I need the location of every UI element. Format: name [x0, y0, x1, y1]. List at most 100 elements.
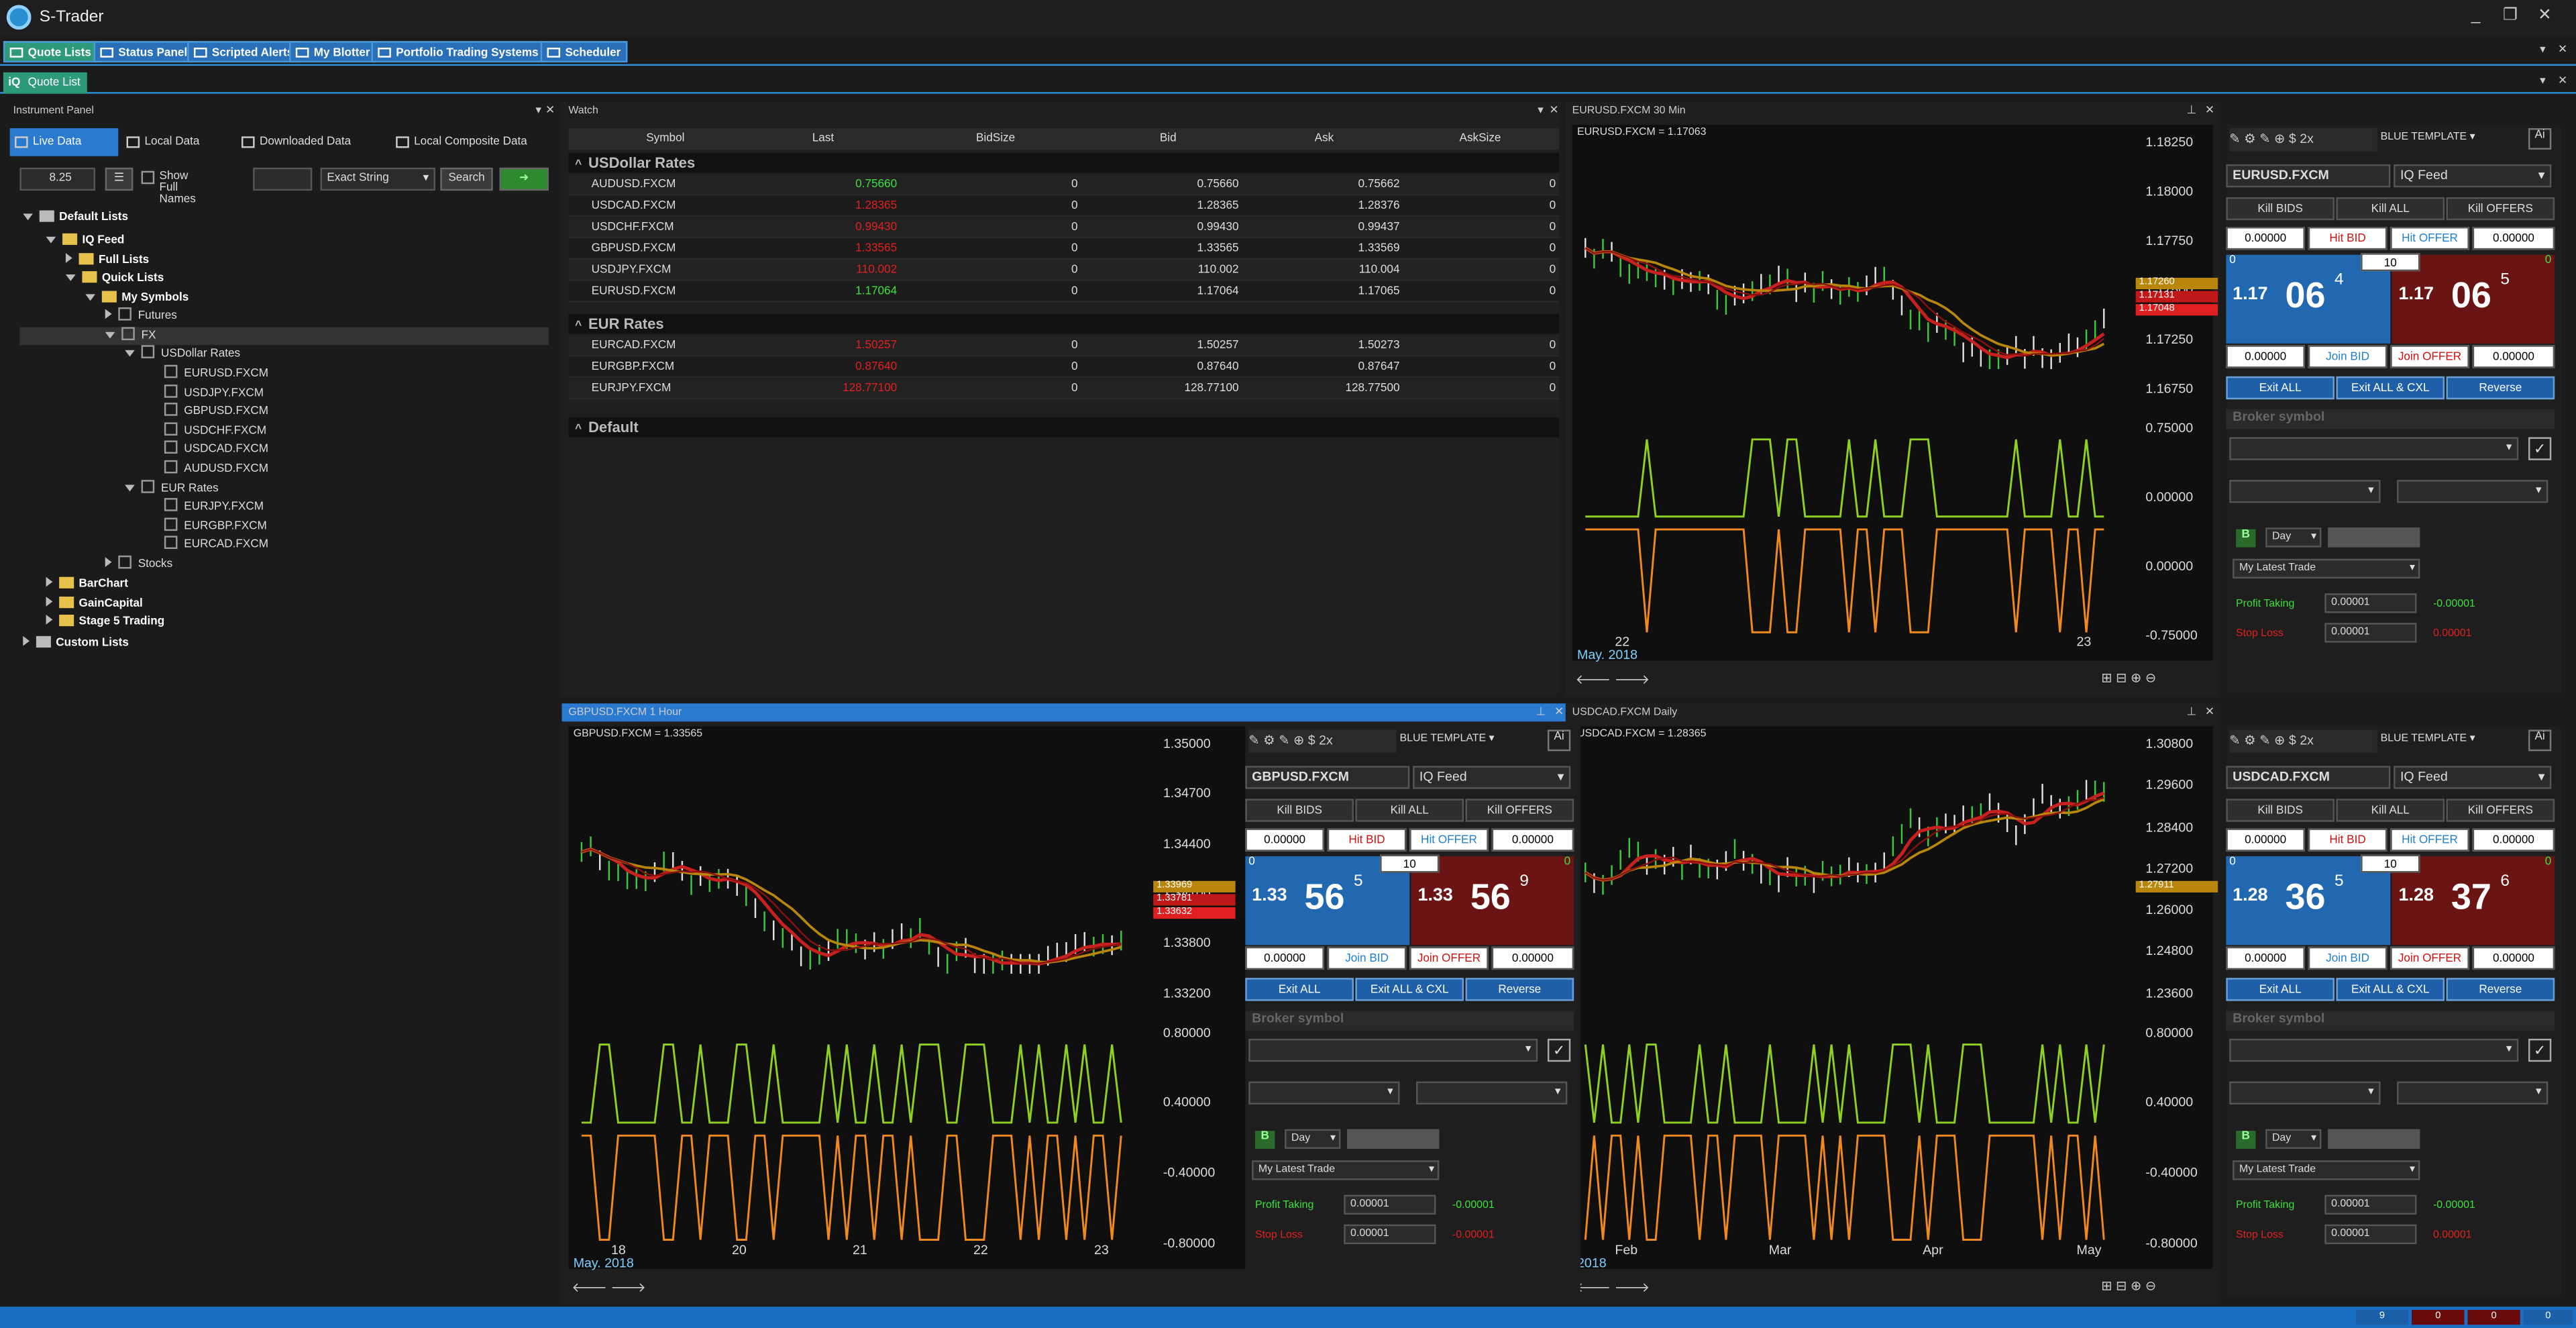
- tree-eur-rates[interactable]: EUR Rates: [125, 480, 219, 498]
- scroll-left-icon[interactable]: 🡐: [1576, 672, 1611, 687]
- tree-item[interactable]: EURJPY.FXCM: [164, 498, 264, 516]
- template-select[interactable]: BLUE TEMPLATE ▾: [2381, 130, 2512, 143]
- join-offer-button[interactable]: Join OFFER: [2390, 946, 2469, 970]
- ai-icon[interactable]: Ai: [2528, 128, 2552, 150]
- collapse-icon[interactable]: ^: [575, 424, 582, 436]
- close-icon[interactable]: ✕: [2558, 74, 2567, 87]
- collapse-icon[interactable]: ^: [575, 160, 582, 171]
- exit-all-cxl-button[interactable]: Exit ALL & CXL: [1355, 978, 1464, 1001]
- tab-local-composite-data[interactable]: Local Composite Data: [391, 128, 555, 156]
- table-row[interactable]: EURJPY.FXCM 128.77100 0 128.77100 128.77500 0: [568, 378, 1560, 400]
- profit-taking-input[interactable]: 0.00001: [2324, 1194, 2417, 1215]
- scroll-right-icon[interactable]: 🡒: [610, 1280, 646, 1295]
- kill-all-button[interactable]: Kill ALL: [2336, 799, 2445, 822]
- exit-all-cxl-button[interactable]: Exit ALL & CXL: [2336, 376, 2445, 400]
- toolbar-status-panel[interactable]: Status Panel: [93, 41, 195, 63]
- close-icon[interactable]: ✕: [1549, 103, 1558, 117]
- toolbar-portfolio-trading[interactable]: Portfolio Trading Systems: [371, 41, 545, 63]
- table-row[interactable]: EURGBP.FXCM 0.87640 0 0.87640 0.87647 0: [568, 356, 1560, 378]
- route-select[interactable]: ▾: [2397, 1081, 2548, 1105]
- group-header[interactable]: ^ USDollar Rates: [568, 152, 1560, 173]
- template-select[interactable]: BLUE TEMPLATE ▾: [1400, 731, 1532, 744]
- dropdown-icon[interactable]: ▾: [2540, 43, 2546, 56]
- symbol-input[interactable]: USDCAD.FXCM: [2226, 766, 2391, 789]
- table-row[interactable]: AUDUSD.FXCM 0.75660 0 0.75660 0.75662 0: [568, 174, 1560, 196]
- join-bid-button[interactable]: Join BID: [2308, 946, 2387, 970]
- toolbar-my-blotter[interactable]: My Blotter: [289, 41, 377, 63]
- bid-price-input[interactable]: 0.00000: [2226, 226, 2305, 250]
- go-arrow-icon[interactable]: ➜: [499, 167, 549, 191]
- collapse-icon[interactable]: ^: [575, 321, 582, 332]
- table-row[interactable]: USDCHF.FXCM 0.99430 0 0.99430 0.99437 0: [568, 217, 1560, 239]
- tab-downloaded-data[interactable]: Downloaded Data: [237, 128, 382, 156]
- order-tools[interactable]: ✎ ⚙ ✎ ⊕ $ 2x: [2229, 128, 2377, 152]
- exit-all-cxl-button[interactable]: Exit ALL & CXL: [2336, 978, 2445, 1001]
- ai-icon[interactable]: Ai: [1547, 729, 1571, 752]
- join-bid-button[interactable]: Join BID: [2308, 345, 2387, 368]
- exit-all-button[interactable]: Exit ALL: [1245, 978, 1354, 1001]
- close-icon[interactable]: ✕: [2205, 705, 2214, 718]
- font-size-stepper[interactable]: 8.25: [19, 167, 96, 191]
- table-row[interactable]: EURUSD.FXCM 1.17064 0 1.17064 1.17065 0: [568, 280, 1560, 303]
- kill-bids-button[interactable]: Kill BIDS: [1245, 799, 1354, 822]
- tree-usdollar-rates[interactable]: USDollar Rates: [125, 345, 240, 363]
- checkmark-icon[interactable]: ✓: [1547, 1038, 1571, 1062]
- minimize-icon[interactable]: _: [2463, 7, 2489, 25]
- tree-my-symbols[interactable]: My Symbols: [85, 289, 189, 307]
- tree-item[interactable]: USDJPY.FXCM: [164, 385, 264, 403]
- reverse-button[interactable]: Reverse: [2446, 376, 2555, 400]
- close-icon[interactable]: ✕: [2532, 7, 2558, 25]
- kill-offers-button[interactable]: Kill OFFERS: [2446, 799, 2555, 822]
- column-header[interactable]: AskSize: [1398, 128, 1562, 150]
- tree-futures[interactable]: Futures: [105, 307, 177, 325]
- restore-icon[interactable]: ❐: [2497, 7, 2523, 25]
- tree-fx[interactable]: FX: [19, 327, 549, 346]
- trade-select[interactable]: My Latest Trade ▾: [1252, 1160, 1440, 1180]
- offer-price-input[interactable]: 0.00000: [2472, 226, 2555, 250]
- bid-price-input[interactable]: 0.00000: [1245, 828, 1324, 852]
- kill-offers-button[interactable]: Kill OFFERS: [1465, 799, 1574, 822]
- pin-icon[interactable]: ✕: [545, 103, 555, 117]
- tree-gaincapital[interactable]: GainCapital: [46, 595, 143, 613]
- reverse-button[interactable]: Reverse: [1465, 978, 1574, 1001]
- date-picker[interactable]: [1347, 1129, 1440, 1150]
- broker-symbol-select[interactable]: ▾: [2229, 437, 2519, 460]
- stop-loss-input[interactable]: 0.00001: [2324, 1224, 2417, 1245]
- route-select[interactable]: ▾: [1416, 1081, 1568, 1105]
- show-full-names-checkbox[interactable]: [141, 170, 155, 185]
- tree-item[interactable]: USDCHF.FXCM: [164, 422, 266, 440]
- exit-all-button[interactable]: Exit ALL: [2226, 978, 2335, 1001]
- broker-symbol-select[interactable]: ▾: [2229, 1038, 2519, 1062]
- zoom-fit-icon[interactable]: ⊕: [2131, 1279, 2141, 1294]
- stop-loss-input[interactable]: 0.00001: [2324, 623, 2417, 643]
- pin-icon[interactable]: ⊥: [2186, 103, 2196, 117]
- quantity-input[interactable]: 10: [1380, 854, 1440, 873]
- order-tools[interactable]: ✎ ⚙ ✎ ⊕ $ 2x: [1248, 729, 1397, 753]
- close-icon[interactable]: ✕: [2205, 103, 2214, 117]
- kill-bids-button[interactable]: Kill BIDS: [2226, 799, 2335, 822]
- profit-taking-input[interactable]: 0.00001: [2324, 593, 2417, 613]
- join-bid-price[interactable]: 0.00000: [2226, 946, 2305, 970]
- hit-bid-button[interactable]: Hit BID: [2308, 828, 2387, 852]
- close-icon[interactable]: ✕: [2558, 43, 2567, 56]
- zoom-reset-icon[interactable]: ⊖: [2145, 1279, 2156, 1294]
- table-row[interactable]: GBPUSD.FXCM 1.33565 0 1.33565 1.33569 0: [568, 238, 1560, 260]
- hit-offer-button[interactable]: Hit OFFER: [2390, 226, 2469, 250]
- hit-offer-button[interactable]: Hit OFFER: [2390, 828, 2469, 852]
- pin-icon[interactable]: ⊥: [2186, 705, 2196, 718]
- scroll-left-icon[interactable]: 🡐: [572, 1280, 607, 1295]
- stop-loss-input[interactable]: 0.00001: [1344, 1224, 1436, 1245]
- tab-local-data[interactable]: Local Data: [121, 128, 227, 156]
- join-offer-button[interactable]: Join OFFER: [1409, 946, 1489, 970]
- column-header[interactable]: Last: [733, 128, 913, 150]
- toolbar-scheduler[interactable]: Scheduler: [540, 41, 628, 63]
- group-header[interactable]: ^ EUR Rates: [568, 313, 1560, 334]
- toolbar-scripted-alerts[interactable]: Scripted Alerts: [187, 41, 301, 63]
- tree-item[interactable]: AUDUSD.FXCM: [164, 460, 268, 478]
- table-row[interactable]: EURCAD.FXCM 1.50257 0 1.50257 1.50273 0: [568, 335, 1560, 357]
- tab-quote-list[interactable]: iQ Quote List: [3, 72, 87, 94]
- symbol-input[interactable]: EURUSD.FXCM: [2226, 164, 2391, 188]
- pin-icon[interactable]: ▾: [1538, 103, 1544, 117]
- tab-live-data[interactable]: Live Data: [9, 128, 119, 156]
- search-button[interactable]: Search: [440, 167, 493, 191]
